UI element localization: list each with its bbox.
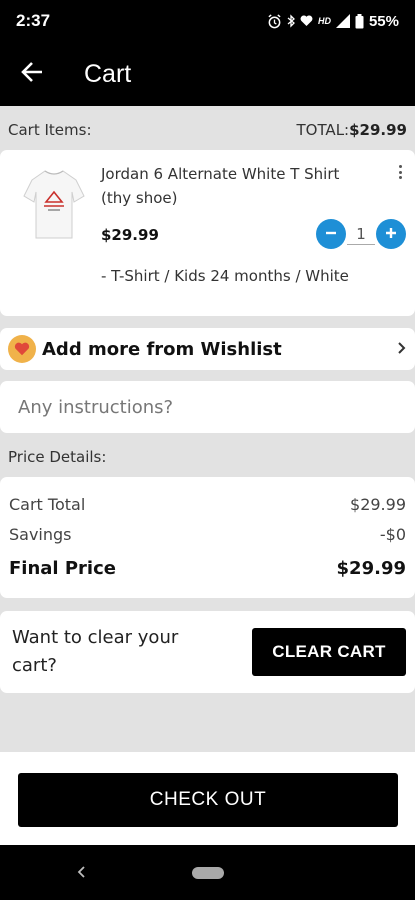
clear-cart-prompt: Want to clear your cart? <box>12 627 179 676</box>
price-row-final: Final Price $29.99 <box>9 553 406 583</box>
quantity-value[interactable]: 1 <box>347 224 375 245</box>
total-value: $29.99 <box>349 121 407 139</box>
status-icons: HD 55% <box>267 13 399 30</box>
hd-label: HD <box>317 16 331 26</box>
savings-label: Savings <box>9 524 72 544</box>
nav-back-icon[interactable] <box>72 862 92 882</box>
product-image[interactable] <box>18 162 90 242</box>
cart-total: TOTAL:$29.99 <box>296 121 407 139</box>
clear-cart-button[interactable]: CLEAR CART <box>252 628 406 676</box>
alarm-icon <box>267 13 282 29</box>
price-details-card: Cart Total $29.99 Savings -$0 Final Pric… <box>0 477 415 598</box>
instructions-input[interactable] <box>18 396 397 418</box>
status-time: 2:37 <box>16 11 51 30</box>
price-row-cart-total: Cart Total $29.99 <box>9 489 406 519</box>
quantity-stepper: 1 <box>316 219 406 249</box>
savings-value: -$0 <box>379 524 406 544</box>
plus-icon <box>384 225 398 244</box>
item-price: $29.99 <box>101 226 159 244</box>
more-options-button[interactable] <box>393 162 407 182</box>
cart-total-label: Cart Total <box>9 494 86 514</box>
decrease-quantity-button[interactable] <box>316 219 346 249</box>
checkout-button[interactable]: CHECK OUT <box>18 773 398 827</box>
cart-total-value: $29.99 <box>350 494 406 514</box>
battery-percent: 55% <box>368 12 399 30</box>
heart-status-icon <box>300 15 313 27</box>
battery-icon <box>355 13 364 29</box>
heart-icon <box>8 335 36 363</box>
nav-home-pill[interactable] <box>192 867 224 879</box>
item-variant: - T-Shirt / Kids 24 months / White <box>101 267 349 285</box>
price-row-savings: Savings -$0 <box>9 519 406 549</box>
item-name[interactable]: Jordan 6 Alternate White T Shirt (thy sh… <box>101 162 371 210</box>
arrow-left-icon <box>20 60 44 88</box>
clear-cart-card: Want to clear your cart? CLEAR CART <box>0 611 415 693</box>
cart-items-label: Cart Items: <box>8 121 92 139</box>
final-price-label: Final Price <box>9 557 116 579</box>
bluetooth-icon <box>287 14 295 28</box>
app-bar: Cart <box>0 42 415 106</box>
price-details-header: Price Details: <box>0 437 415 477</box>
minus-icon <box>324 225 338 244</box>
wishlist-label: Add more from Wishlist <box>42 338 282 360</box>
price-details-label: Price Details: <box>8 448 107 466</box>
final-price-value: $29.99 <box>336 557 406 579</box>
increase-quantity-button[interactable] <box>376 219 406 249</box>
wishlist-row[interactable]: Add more from Wishlist <box>0 328 415 370</box>
cart-item-card: Jordan 6 Alternate White T Shirt (thy sh… <box>0 150 415 316</box>
instructions-card <box>0 381 415 433</box>
status-bar: 2:37 HD 55% <box>0 0 415 42</box>
signal-icon <box>335 14 350 28</box>
page-title: Cart <box>84 59 132 88</box>
system-nav-bar <box>0 845 415 900</box>
total-label: TOTAL: <box>296 121 350 139</box>
cart-items-header: Cart Items: TOTAL:$29.99 <box>0 110 415 150</box>
chevron-right-icon <box>397 340 407 359</box>
checkout-area: CHECK OUT <box>0 752 415 845</box>
back-button[interactable] <box>0 42 64 106</box>
